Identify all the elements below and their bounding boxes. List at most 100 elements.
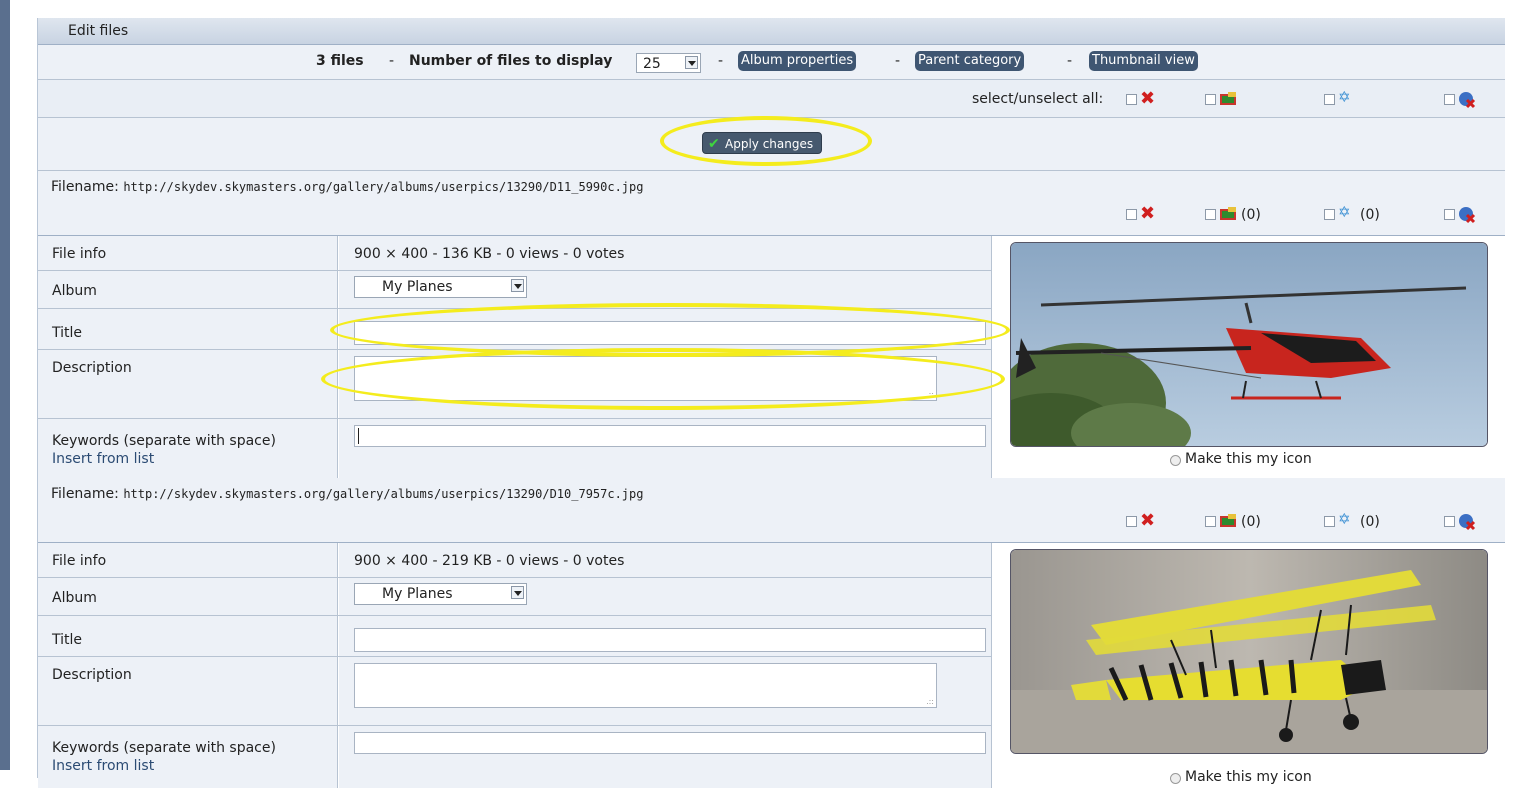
description-textarea[interactable]: .:: bbox=[354, 356, 937, 401]
approve-count: (0) bbox=[1241, 514, 1261, 530]
title-input[interactable] bbox=[354, 321, 986, 345]
file-info-label: File info bbox=[52, 246, 107, 262]
star-icon: ✡ bbox=[1338, 510, 1351, 528]
helicopter-image bbox=[1011, 243, 1487, 446]
display-count-select[interactable]: 25 bbox=[636, 53, 701, 73]
insert-from-list-link[interactable]: Insert from list bbox=[52, 451, 154, 467]
value-column: 900 × 400 - 136 KB - 0 views - 0 votes M… bbox=[339, 236, 991, 478]
biplane-image bbox=[1011, 550, 1487, 753]
apply-changes-label: Apply changes bbox=[725, 137, 814, 151]
album-select[interactable]: My Planes bbox=[354, 276, 527, 298]
filename-url: http://skydev.skymasters.org/gallery/alb… bbox=[123, 487, 644, 501]
album-properties-link[interactable]: Album properties bbox=[738, 51, 857, 71]
panel-title-bar: Edit files bbox=[38, 18, 1505, 45]
reset-votes-icon bbox=[1458, 206, 1476, 227]
value-column: 900 × 400 - 219 KB - 0 views - 0 votes M… bbox=[339, 543, 991, 788]
album-label: Album bbox=[52, 590, 97, 606]
filename-label: Filename: http://skydev.skymasters.org/g… bbox=[51, 486, 643, 502]
keywords-label: Keywords (separate with space) bbox=[52, 433, 276, 449]
filename-row: Filename: http://skydev.skymasters.org/g… bbox=[38, 171, 1505, 236]
file-info-value: 900 × 400 - 136 KB - 0 views - 0 votes bbox=[354, 246, 625, 262]
filename-prefix: Filename: bbox=[51, 486, 119, 502]
title-label: Title bbox=[52, 632, 83, 648]
file-info-value: 900 × 400 - 219 KB - 0 views - 0 votes bbox=[354, 553, 625, 569]
resize-grip-icon[interactable]: .:: bbox=[926, 697, 934, 706]
label-column: File info Album Title Description Keywor… bbox=[38, 543, 338, 788]
title-label: Title bbox=[52, 325, 83, 341]
delete-icon: ✖ bbox=[1140, 88, 1156, 109]
divider bbox=[38, 270, 992, 271]
star-count: (0) bbox=[1360, 207, 1380, 223]
album-select[interactable]: My Planes bbox=[354, 583, 527, 605]
reset-votes-checkbox[interactable] bbox=[1444, 516, 1455, 527]
label-column: File info Album Title Description Keywor… bbox=[38, 236, 338, 478]
helicopter-photo bbox=[1010, 242, 1488, 447]
resize-grip-icon[interactable]: .:: bbox=[926, 390, 934, 399]
file-count: 3 files bbox=[316, 53, 364, 69]
thumbnail-view-link[interactable]: Thumbnail view bbox=[1089, 51, 1198, 71]
divider bbox=[38, 577, 992, 578]
thumbnail-cell: Make this my icon bbox=[991, 543, 1505, 788]
separator: - bbox=[389, 53, 395, 69]
filename-label: Filename: http://skydev.skymasters.org/g… bbox=[51, 179, 643, 195]
star-icon: ✡ bbox=[1338, 203, 1351, 221]
filename-url: http://skydev.skymasters.org/gallery/alb… bbox=[123, 180, 644, 194]
approve-checkbox[interactable] bbox=[1205, 209, 1216, 220]
feature-checkbox[interactable] bbox=[1324, 516, 1335, 527]
delete-checkbox[interactable] bbox=[1126, 516, 1137, 527]
divider bbox=[38, 615, 992, 616]
approve-icon bbox=[1219, 91, 1239, 110]
file-edit-block: File info Album Title Description Keywor… bbox=[38, 236, 1505, 478]
feature-checkbox[interactable] bbox=[1324, 209, 1335, 220]
description-label: Description bbox=[52, 360, 132, 376]
divider bbox=[38, 656, 992, 657]
panel-title: Edit files bbox=[68, 23, 129, 39]
approve-icon bbox=[1219, 513, 1239, 532]
edit-files-panel: Edit files 3 files - Number of files to … bbox=[37, 18, 1505, 788]
divider bbox=[38, 725, 992, 726]
make-icon-label: Make this my icon bbox=[1185, 451, 1312, 467]
select-all-delete-checkbox[interactable] bbox=[1126, 94, 1137, 105]
parent-category-link[interactable]: Parent category bbox=[915, 51, 1025, 71]
filename-row: Filename: http://skydev.skymasters.org/g… bbox=[38, 478, 1505, 543]
apply-changes-button[interactable]: ✔ Apply changes bbox=[702, 132, 823, 154]
nav-row: 3 files - Number of files to display 25 … bbox=[38, 45, 1505, 80]
select-all-reset-checkbox[interactable] bbox=[1444, 94, 1455, 105]
album-value: My Planes bbox=[382, 586, 453, 602]
reset-votes-icon bbox=[1458, 513, 1476, 534]
delete-icon: ✖ bbox=[1140, 203, 1156, 224]
separator: - bbox=[718, 53, 724, 69]
chevron-down-icon bbox=[511, 279, 524, 292]
reset-votes-checkbox[interactable] bbox=[1444, 209, 1455, 220]
file-info-label: File info bbox=[52, 553, 107, 569]
divider bbox=[38, 349, 992, 350]
keywords-input[interactable] bbox=[354, 732, 986, 754]
filename-prefix: Filename: bbox=[51, 179, 119, 195]
delete-checkbox[interactable] bbox=[1126, 209, 1137, 220]
description-textarea[interactable]: .:: bbox=[354, 663, 937, 708]
title-input[interactable] bbox=[354, 628, 986, 652]
separator: - bbox=[1067, 53, 1073, 69]
album-label: Album bbox=[52, 283, 97, 299]
select-all-approve-checkbox[interactable] bbox=[1205, 94, 1216, 105]
chevron-down-icon bbox=[511, 586, 524, 599]
keywords-label: Keywords (separate with space) bbox=[52, 740, 276, 756]
make-icon-radio[interactable] bbox=[1170, 455, 1181, 466]
file-edit-block: File info Album Title Description Keywor… bbox=[38, 543, 1505, 788]
text-caret bbox=[358, 428, 359, 444]
reset-votes-icon bbox=[1458, 91, 1476, 112]
select-all-row: select/unselect all: ✖ ✡ bbox=[38, 80, 1505, 118]
delete-icon: ✖ bbox=[1140, 510, 1156, 531]
make-icon-label: Make this my icon bbox=[1185, 769, 1312, 785]
approve-checkbox[interactable] bbox=[1205, 516, 1216, 527]
display-count-value: 25 bbox=[643, 56, 661, 72]
insert-from-list-link[interactable]: Insert from list bbox=[52, 758, 154, 774]
make-icon-radio[interactable] bbox=[1170, 773, 1181, 784]
separator: - bbox=[895, 53, 901, 69]
biplane-photo bbox=[1010, 549, 1488, 754]
select-all-label: select/unselect all: bbox=[972, 91, 1104, 107]
select-all-feature-checkbox[interactable] bbox=[1324, 94, 1335, 105]
star-icon: ✡ bbox=[1338, 88, 1351, 106]
approve-icon bbox=[1219, 206, 1239, 225]
keywords-input[interactable] bbox=[354, 425, 986, 447]
